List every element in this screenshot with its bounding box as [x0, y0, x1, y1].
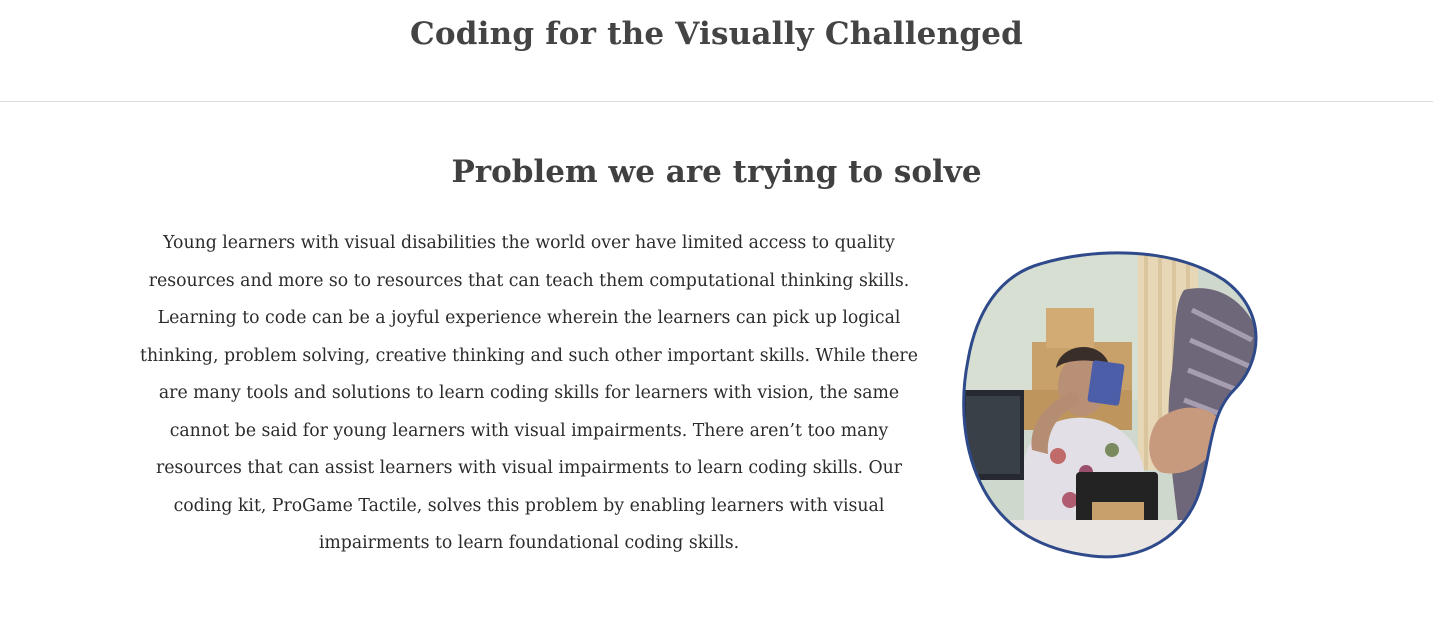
site-header: Coding for the Visually Challenged — [0, 0, 1433, 102]
site-title: Coding for the Visually Challenged — [409, 16, 1024, 52]
section-heading: Problem we are trying to solve — [451, 154, 982, 190]
problem-description: Young learners with visual disabilities … — [140, 233, 918, 553]
learner-photo — [962, 251, 1258, 559]
